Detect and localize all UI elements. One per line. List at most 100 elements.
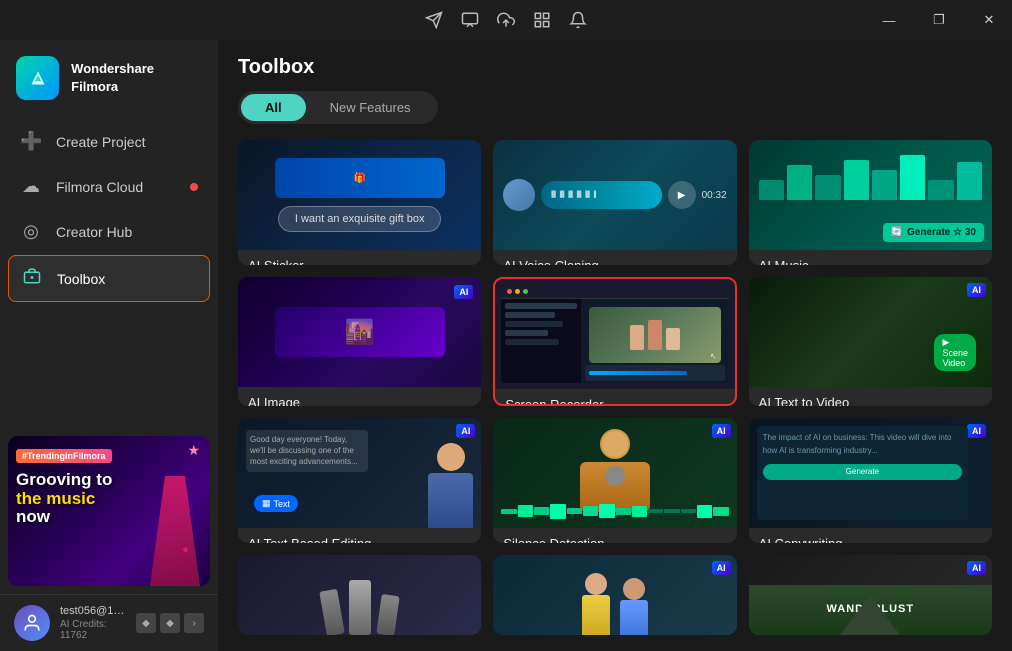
notification-dot	[190, 183, 198, 191]
sidebar-item-creator-hub[interactable]: ◎ Creator Hub	[8, 210, 210, 253]
voice-duration: 00:32	[702, 190, 727, 201]
timeline-progress	[589, 371, 687, 375]
tab-new-features[interactable]: New Features	[306, 94, 435, 121]
person-figure	[428, 443, 473, 528]
sidebar-bottom: ★ ★ ★ #TrendinginFilmora Grooving to the…	[0, 428, 218, 651]
title-bar: — ❐ ✕	[0, 0, 1012, 40]
app-title: Wondershare Filmora	[71, 60, 202, 96]
topbar-icons	[425, 11, 587, 29]
tabs-bar: All New Features	[238, 91, 438, 124]
promo-banner[interactable]: ★ ★ ★ #TrendinginFilmora Grooving to the…	[8, 436, 210, 586]
tool-thumb-ai-text-video: AI Good day everyone! Today, we'll be di…	[749, 277, 992, 387]
tool-card-ai-text-editing[interactable]: AI Good day everyone! Today, we'll be di…	[238, 418, 481, 543]
chat-icon[interactable]	[461, 11, 479, 29]
tool-card-silence-detection[interactable]: AI	[493, 418, 736, 543]
promo-tag: #TrendinginFilmora	[16, 449, 112, 463]
nav-items: ➕ Create Project ☁ Filmora Cloud ◎ Creat…	[0, 120, 218, 302]
tool-name-ai-text-video: AI Text to Video	[759, 395, 982, 406]
tool-thumb-ai-music: 🔄 Generate ☆ 30	[749, 140, 992, 250]
tool-info-ai-copywriting: AI Copywriting	[749, 528, 992, 543]
promo-line2: the music	[16, 489, 95, 508]
silence-waveform	[501, 502, 728, 520]
tool-thumb-silence: AI	[493, 418, 736, 528]
ai-badge-silence: AI	[712, 424, 731, 438]
tool-name-ai-voice: AI Voice Cloning	[503, 258, 726, 265]
tool-card-ai-music[interactable]: 🔄 Generate ☆ 30 AI Music	[749, 140, 992, 265]
tool-card-partial-3[interactable]: AI WANDERLUST	[749, 555, 992, 635]
tool-info-screen-recorder: Screen Recorder	[495, 389, 734, 406]
tool-card-ai-image[interactable]: AI 🌆 I want a grand cyberpunk scene AI I…	[238, 277, 481, 406]
tool-thumb-ai-voice: ▐▌▐▌▐▌▐▌▐▌▐ ▶ 00:32	[493, 140, 736, 250]
page-title: Toolbox	[238, 56, 314, 79]
user-diamond2-icon[interactable]: ◆	[160, 613, 180, 633]
tool-info-ai-voice: AI Voice Cloning	[493, 250, 736, 265]
tool-name-ai-text-editing: AI Text Based Editing	[248, 536, 471, 543]
tool-card-partial-2[interactable]: AI	[493, 555, 736, 635]
ai-badge-partial-3: AI	[967, 561, 986, 575]
user-credits: AI Credits: 11762	[60, 619, 126, 641]
voice-waveform: ▐▌▐▌▐▌▐▌▐▌▐	[541, 181, 661, 209]
close-button[interactable]: ✕	[966, 0, 1012, 40]
tool-card-ai-copywriting[interactable]: AI The impact of AI on business: This vi…	[749, 418, 992, 543]
partial-thumb-3: AI WANDERLUST	[749, 555, 992, 635]
screen-rec-dot-green	[523, 289, 528, 294]
content-header: Toolbox	[238, 56, 992, 79]
sidebar-item-create-project[interactable]: ➕ Create Project	[8, 120, 210, 163]
user-avatar	[14, 605, 50, 641]
screen-rec-timeline	[585, 365, 725, 381]
ai-sticker-preview: 🎁 I want an exquisite gift box	[238, 140, 481, 250]
send-icon[interactable]	[425, 11, 443, 29]
sidebar-item-filmora-cloud[interactable]: ☁ Filmora Cloud	[8, 165, 210, 208]
tool-card-ai-text-video[interactable]: AI Good day everyone! Today, we'll be di…	[749, 277, 992, 406]
copywriting-generate-btn[interactable]: Generate	[763, 464, 962, 480]
screen-rec-photo: ↖	[589, 307, 721, 363]
promo-line3: now	[16, 507, 50, 526]
tool-card-ai-voice-cloning[interactable]: ▐▌▐▌▐▌▐▌▐▌▐ ▶ 00:32 AI Voice Cloning	[493, 140, 736, 265]
user-area: test056@163.com AI Credits: 11762 ◆ ◆ ›	[0, 594, 218, 651]
tool-name-ai-copywriting: AI Copywriting	[759, 536, 982, 543]
maximize-button[interactable]: ❐	[916, 0, 962, 40]
tool-card-screen-recorder[interactable]: ↖ Screen Recorder	[493, 277, 736, 406]
sidebar: Wondershare Filmora ➕ Create Project ☁ F…	[0, 40, 218, 651]
ai-badge-text-video: AI	[967, 283, 986, 297]
sticker-text-preview: I want an exquisite gift box	[278, 206, 442, 232]
create-project-icon: ➕	[20, 131, 42, 152]
user-diamond-icon[interactable]: ◆	[136, 613, 156, 633]
copywriting-preview: AI The impact of AI on business: This vi…	[749, 418, 992, 528]
bell-icon[interactable]	[569, 11, 587, 29]
tool-card-partial-1[interactable]	[238, 555, 481, 635]
partial-thumb-2: AI	[493, 555, 736, 635]
sidebar-item-toolbox[interactable]: Toolbox	[8, 255, 210, 302]
music-preview: 🔄 Generate ☆ 30	[749, 140, 992, 250]
tool-info-ai-text-editing: AI Text Based Editing	[238, 528, 481, 543]
content-area: Toolbox All New Features 🎁 I want an exq…	[218, 40, 1012, 651]
screen-rec-dot-yellow	[515, 289, 520, 294]
tool-info-ai-image: AI Image	[238, 387, 481, 406]
screen-rec-content: ↖	[501, 299, 728, 383]
ai-badge-partial-2: AI	[712, 561, 731, 575]
user-forward-icon[interactable]: ›	[184, 613, 204, 633]
promo-line1: Grooving to	[16, 470, 112, 489]
ai-image-preview: AI 🌆 I want a grand cyberpunk scene	[238, 277, 481, 387]
music-generate-button[interactable]: 🔄 Generate ☆ 30	[883, 223, 984, 242]
window-controls: — ❐ ✕	[866, 0, 1012, 40]
user-email: test056@163.com	[60, 605, 126, 617]
tab-all[interactable]: All	[241, 94, 306, 121]
voice-play-button[interactable]: ▶	[668, 181, 696, 209]
toolbox-icon	[21, 267, 43, 290]
promo-banner-image: ★ ★ ★ #TrendinginFilmora Grooving to the…	[8, 436, 210, 586]
grid-icon[interactable]	[533, 11, 551, 29]
minimize-button[interactable]: —	[866, 0, 912, 40]
cloud-icon: ☁	[20, 176, 42, 197]
screen-recorder-mockup: ↖	[501, 285, 728, 383]
text-video-preview: AI Good day everyone! Today, we'll be di…	[749, 277, 992, 387]
copywriting-screen: The impact of AI on business: This video…	[757, 426, 968, 520]
ai-badge-copywriting: AI	[967, 424, 986, 438]
upload-icon[interactable]	[497, 11, 515, 29]
tool-info-ai-text-video: AI Text to Video	[749, 387, 992, 406]
tool-info-ai-sticker: AI Sticker	[238, 250, 481, 265]
tool-info-silence: Silence Detection	[493, 528, 736, 543]
tool-card-ai-sticker[interactable]: 🎁 I want an exquisite gift box AI Sticke…	[238, 140, 481, 265]
tool-thumb-ai-copywriting: AI The impact of AI on business: This vi…	[749, 418, 992, 528]
tool-name-ai-sticker: AI Sticker	[248, 258, 471, 265]
